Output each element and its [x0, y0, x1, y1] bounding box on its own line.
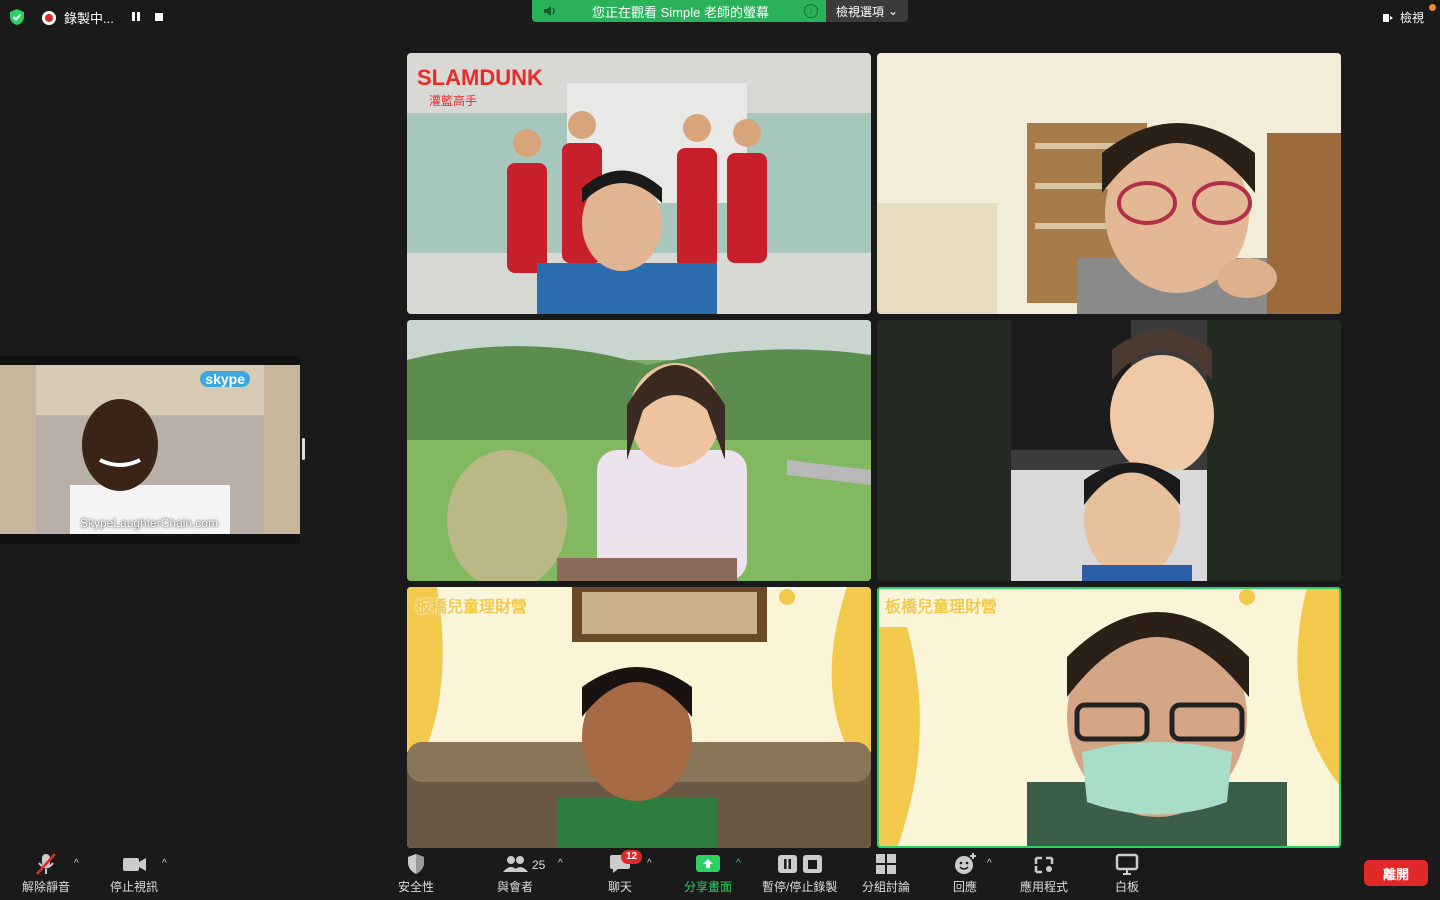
tile-caption: 板橋兒童理財營: [415, 599, 528, 616]
chat-chevron-icon[interactable]: ^: [647, 858, 652, 869]
resize-handle[interactable]: [302, 438, 305, 460]
screen-share-banner: 您正在觀看 Simple 老師的螢幕 i: [532, 0, 826, 22]
pause-stop-recording-button[interactable]: 暫停/停止錄製: [762, 852, 837, 895]
unmute-label: 解除靜音: [22, 880, 71, 894]
video-tile-5[interactable]: 板橋兒童理財營: [407, 587, 871, 848]
video-options-chevron-icon[interactable]: ^: [162, 858, 167, 869]
view-options-button[interactable]: 檢視選項 ⌄: [826, 0, 908, 22]
security-button[interactable]: 安全性: [398, 852, 434, 895]
participant-video: SLAMDUNK 灌籃高手: [407, 53, 871, 314]
video-tile-3[interactable]: [407, 320, 871, 581]
participant-video: [877, 53, 1341, 314]
recording-dot-icon: [42, 10, 56, 25]
breakout-rooms-button[interactable]: 分組討論: [862, 852, 910, 895]
slamdunk-title: SLAMDUNK: [417, 65, 543, 90]
participant-video: [877, 320, 1341, 581]
participants-label: 與會者: [497, 880, 534, 894]
share-screen-button[interactable]: 分享畫面: [684, 852, 732, 895]
stop-recording-button[interactable]: [153, 11, 165, 23]
participants-button[interactable]: 與會者: [497, 852, 533, 895]
video-tile-2[interactable]: [877, 53, 1341, 314]
self-view-video[interactable]: skype SkypeLaughterChain.com: [0, 356, 300, 544]
notification-dot: [1429, 4, 1436, 11]
recording-label: 錄製中...: [64, 11, 114, 26]
participant-video: [0, 365, 300, 534]
participants-chevron-icon[interactable]: ^: [558, 858, 563, 869]
stop-video-button[interactable]: 停止視訊: [110, 852, 158, 895]
participants-count: 25: [532, 858, 546, 872]
breakout-rooms-label: 分組討論: [862, 880, 911, 894]
pause-recording-button[interactable]: [130, 11, 142, 23]
reactions-label: 回應: [952, 880, 977, 894]
chat-unread-badge: 12: [621, 850, 643, 864]
reactions-button[interactable]: 回應: [951, 852, 979, 895]
reactions-chevron-icon[interactable]: ^: [987, 858, 992, 869]
leave-meeting-button[interactable]: 離開: [1364, 860, 1428, 886]
stop-video-label: 停止視訊: [110, 880, 159, 894]
participants-icon: [503, 856, 528, 872]
view-label: 檢視: [1399, 11, 1424, 25]
microphone-muted-icon: [36, 853, 56, 875]
share-screen-label: 分享畫面: [684, 880, 733, 894]
whiteboard-icon: [1115, 853, 1139, 875]
apps-label: 應用程式: [1020, 880, 1069, 894]
chat-label: 聊天: [607, 880, 632, 894]
slamdunk-subtitle: 灌籃高手: [429, 93, 477, 108]
pause-stop-recording-icon: [777, 855, 822, 873]
audio-options-chevron-icon[interactable]: ^: [74, 858, 79, 869]
whiteboard-button[interactable]: 白板: [1113, 852, 1141, 895]
unmute-button[interactable]: 解除靜音: [22, 852, 70, 895]
info-icon[interactable]: i: [804, 4, 818, 18]
chevron-down-icon: ⌄: [887, 4, 899, 18]
apps-button[interactable]: 應用程式: [1020, 852, 1068, 895]
security-label: 安全性: [398, 880, 435, 894]
video-tile-1[interactable]: SLAMDUNK 灌籃高手: [407, 53, 871, 314]
participant-video: [407, 320, 871, 581]
view-button[interactable]: 檢視: [1382, 9, 1424, 26]
self-view-caption: SkypeLaughterChain.com: [80, 516, 219, 530]
skype-logo: skype: [200, 371, 250, 387]
apps-icon: [1034, 856, 1054, 874]
participant-video: [407, 587, 871, 848]
shield-icon: [408, 854, 424, 874]
share-screen-arrow-icon: [696, 855, 720, 872]
breakout-rooms-grid-icon: [876, 854, 896, 874]
view-icon: [1382, 13, 1393, 22]
pause-stop-recording-label: 暫停/停止錄製: [762, 880, 838, 894]
participant-video: [877, 587, 1341, 848]
self-video-frame: skype SkypeLaughterChain.com: [0, 365, 300, 534]
speaker-icon: [544, 6, 555, 16]
video-tile-4[interactable]: [877, 320, 1341, 581]
share-options-chevron-icon[interactable]: ^: [736, 858, 741, 869]
meeting-toolbar: 解除靜音 ^ 停止視訊 ^ 安全性 與會者 25 ^ 聊天 12 ^ 分享畫面 …: [0, 848, 1440, 900]
recording-indicator: 錄製中...: [42, 8, 114, 27]
whiteboard-label: 白板: [1114, 880, 1139, 894]
reactions-smiley-icon: [955, 853, 976, 874]
video-tile-6-active-speaker[interactable]: 板橋兒童理財營: [877, 587, 1341, 848]
security-shield-icon[interactable]: [9, 8, 25, 26]
video-camera-icon: [123, 858, 146, 871]
view-options-label: 檢視選項: [835, 4, 884, 19]
share-banner-text: 您正在觀看 Simple 老師的螢幕: [592, 4, 769, 20]
top-bar: 錄製中... 您正在觀看 Simple 老師的螢幕 i 檢視選項 ⌄ 檢視: [0, 0, 1440, 34]
tile-caption: 板橋兒童理財營: [885, 599, 998, 616]
